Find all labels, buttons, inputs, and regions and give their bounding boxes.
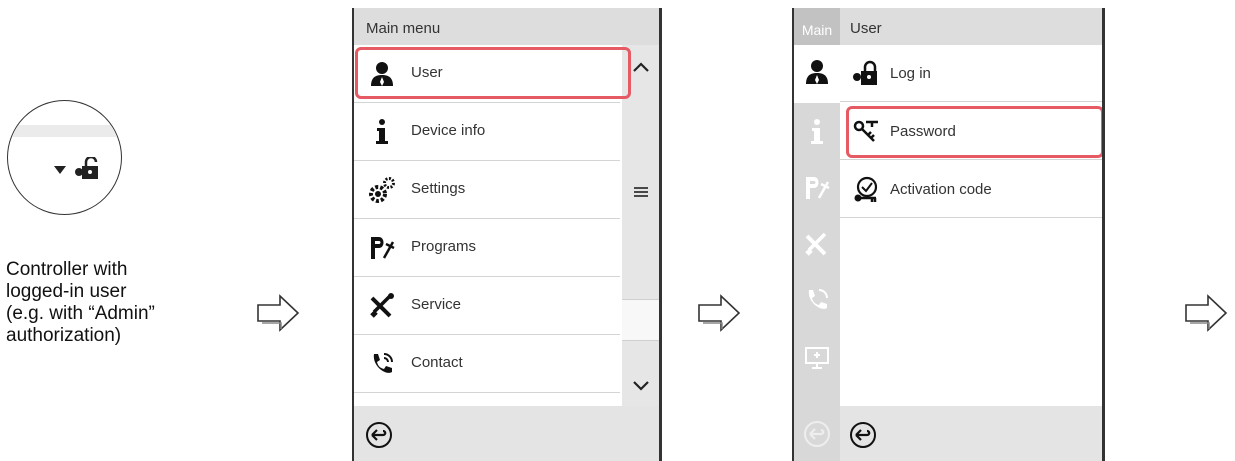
caption: Controller with logged-in user (e.g. wit… (6, 259, 236, 347)
main-menu-screen: Main menu User Device info Settings Prog… (352, 8, 662, 461)
caption-line-4: authorization) (6, 325, 122, 346)
menu-item-device-info[interactable]: Device info (354, 103, 620, 161)
scroll-thumb[interactable] (622, 299, 659, 341)
menu-item-settings[interactable]: Settings (354, 161, 620, 219)
menu-item-label: Service (411, 296, 462, 313)
caption-line-1: Controller with (6, 259, 128, 280)
user-lock-icon (75, 157, 98, 179)
tools-icon (370, 293, 394, 318)
programs-icon[interactable] (803, 174, 831, 202)
menu-item-label: Log in (890, 65, 931, 82)
title-bar: Main menu (354, 8, 659, 45)
scroll-handle-icon[interactable] (632, 185, 650, 199)
menu-item-label: Activation code (890, 181, 992, 198)
page-title: User (850, 20, 882, 37)
caption-line-2: logged-in user (6, 281, 127, 302)
user-menu-screen: Main User Log in Password Activation cod… (792, 8, 1105, 461)
menu-item-programs[interactable]: Programs (354, 219, 620, 277)
menu-item-label: Contact (411, 354, 463, 371)
programs-icon (371, 237, 395, 259)
display-icon[interactable] (803, 344, 831, 372)
bottom-bar (354, 406, 659, 461)
menu-item-service[interactable]: Service (354, 277, 620, 335)
tools-icon[interactable] (803, 230, 831, 258)
menu-item-contact[interactable]: Contact (354, 335, 620, 393)
right-arrow-icon (698, 294, 741, 332)
menu-item-log-in[interactable]: Log in (840, 45, 1102, 102)
menu-item-label: Device info (411, 122, 486, 139)
scroll-up-icon[interactable] (632, 61, 650, 73)
highlight-user (355, 47, 631, 99)
bottom-bar (840, 406, 1102, 461)
phone-icon (373, 353, 393, 373)
login-lock-icon (853, 60, 877, 85)
menu-item-activation-code[interactable]: Activation code (840, 161, 1102, 218)
back-icon[interactable] (803, 420, 831, 448)
highlight-password (846, 106, 1102, 158)
scroll-down-icon[interactable] (632, 380, 650, 392)
status-strip (8, 125, 121, 137)
right-arrow-icon (1185, 294, 1228, 332)
main-sidebar: Main (794, 8, 840, 461)
menu-item-label: Programs (411, 238, 477, 255)
controller-detail-circle (7, 100, 122, 215)
caption-line-3: (e.g. with “Admin” (6, 303, 155, 324)
gears-icon (369, 177, 395, 203)
back-icon[interactable] (848, 421, 878, 449)
menu-item-label: Settings (411, 180, 466, 197)
title-bar: User (840, 8, 1102, 45)
activation-code-icon (854, 176, 878, 202)
page-title: Main menu (366, 20, 441, 37)
info-icon (376, 119, 388, 144)
user-icon[interactable] (803, 58, 831, 86)
info-icon[interactable] (803, 118, 831, 146)
back-icon[interactable] (364, 421, 394, 449)
sidebar-title: Main (794, 8, 840, 45)
scrollbar[interactable] (622, 45, 659, 407)
phone-icon[interactable] (803, 286, 831, 314)
dropdown-triangle-icon (54, 166, 66, 174)
right-arrow-icon (257, 294, 300, 332)
